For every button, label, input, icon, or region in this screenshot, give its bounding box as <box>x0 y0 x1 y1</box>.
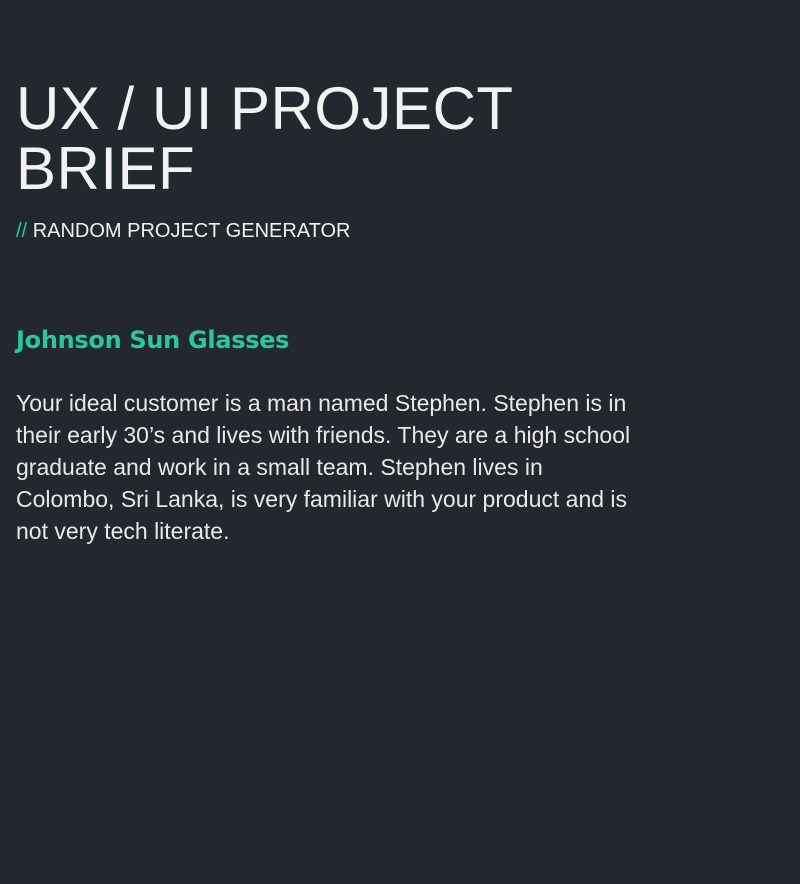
subtitle-text: RANDOM PROJECT GENERATOR <box>32 220 351 242</box>
subtitle-prefix: // <box>16 220 28 242</box>
project-description: Your ideal customer is a man named Steph… <box>16 390 631 544</box>
project-name: Johnson Sun Glasses <box>16 326 290 354</box>
page-title: UX / UI PROJECT BRIEF <box>16 75 513 202</box>
project-brief-page: { "header": { "title": "UX / UI PROJECT … <box>0 0 800 884</box>
page-subtitle: // RANDOM PROJECT GENERATOR <box>16 219 351 243</box>
